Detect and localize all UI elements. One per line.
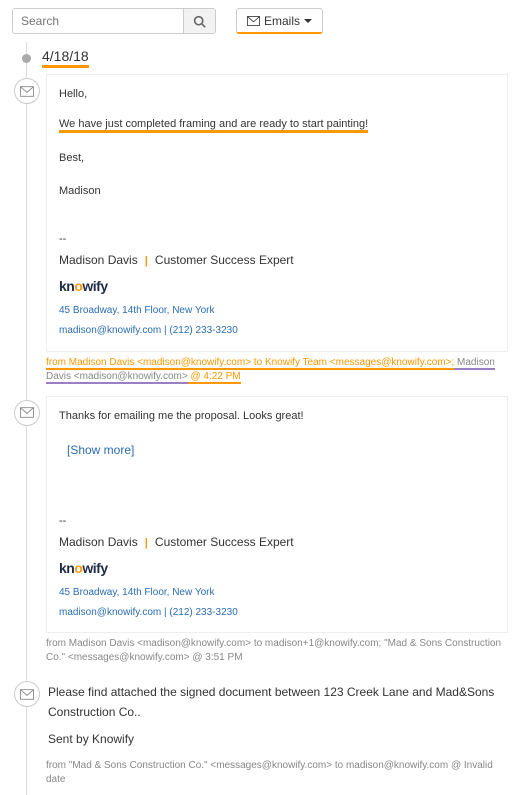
email-meta: from Madison Davis <madison@knowify.com>… [46, 352, 508, 386]
date-label: 4/18/18 [42, 48, 89, 68]
email-entry: Hello, We have just completed framing an… [42, 70, 520, 392]
knowify-logo: knowify [59, 274, 495, 299]
signature-divider: -- [59, 512, 495, 532]
signature-address[interactable]: 45 Broadway, 14th Floor, New York [59, 587, 214, 598]
email-entry: Please find attached the signed document… [42, 673, 520, 795]
signature-separator: | [141, 255, 152, 267]
body-greeting: Hello, [59, 85, 495, 105]
search-group [12, 8, 216, 34]
knowify-logo: knowify [59, 556, 495, 581]
search-button[interactable] [183, 9, 215, 33]
top-bar: Emails [0, 0, 520, 42]
email-body: Hello, We have just completed framing an… [46, 74, 508, 352]
envelope-icon [14, 681, 40, 707]
email-body: Thanks for emailing me the proposal. Loo… [46, 396, 508, 634]
signature-title: Customer Success Expert [155, 535, 294, 549]
signature-separator: | [141, 537, 152, 549]
body-main-line: We have just completed framing and are r… [59, 118, 368, 133]
email-meta: from "Mad & Sons Construction Co." <mess… [46, 755, 508, 789]
signature-title: Customer Success Expert [155, 253, 294, 267]
signature-divider: -- [59, 230, 495, 250]
emails-filter-button[interactable]: Emails [236, 8, 323, 34]
search-icon [193, 15, 206, 28]
timeline: 4/18/18 Hello, We have just completed fr… [14, 42, 520, 795]
body-closing: Best, [59, 149, 495, 169]
envelope-icon [247, 16, 260, 26]
emails-filter-label: Emails [264, 14, 300, 28]
body-preview: Thanks for emailing me the proposal. Loo… [59, 407, 495, 427]
envelope-icon [14, 78, 40, 104]
signature-address[interactable]: 45 Broadway, 14th Floor, New York [59, 305, 214, 316]
body-sender-name: Madison [59, 182, 495, 202]
email-body: Please find attached the signed document… [46, 677, 508, 755]
body-sent-by: Sent by Knowify [48, 730, 506, 749]
signature-contact[interactable]: madison@knowify.com | (212) 233-3230 [59, 325, 238, 336]
caret-down-icon [304, 19, 312, 23]
search-input[interactable] [13, 9, 183, 33]
show-more-link[interactable]: [Show more] [59, 426, 134, 492]
email-meta: from Madison Davis <madison@knowify.com>… [46, 633, 508, 667]
signature-contact[interactable]: madison@knowify.com | (212) 233-3230 [59, 607, 238, 618]
signature-name: Madison Davis [59, 535, 138, 549]
email-entry: Thanks for emailing me the proposal. Loo… [42, 392, 520, 674]
date-marker: 4/18/18 [14, 42, 520, 70]
body-line: Please find attached the signed document… [48, 683, 506, 721]
signature-name: Madison Davis [59, 253, 138, 267]
envelope-icon [14, 400, 40, 426]
